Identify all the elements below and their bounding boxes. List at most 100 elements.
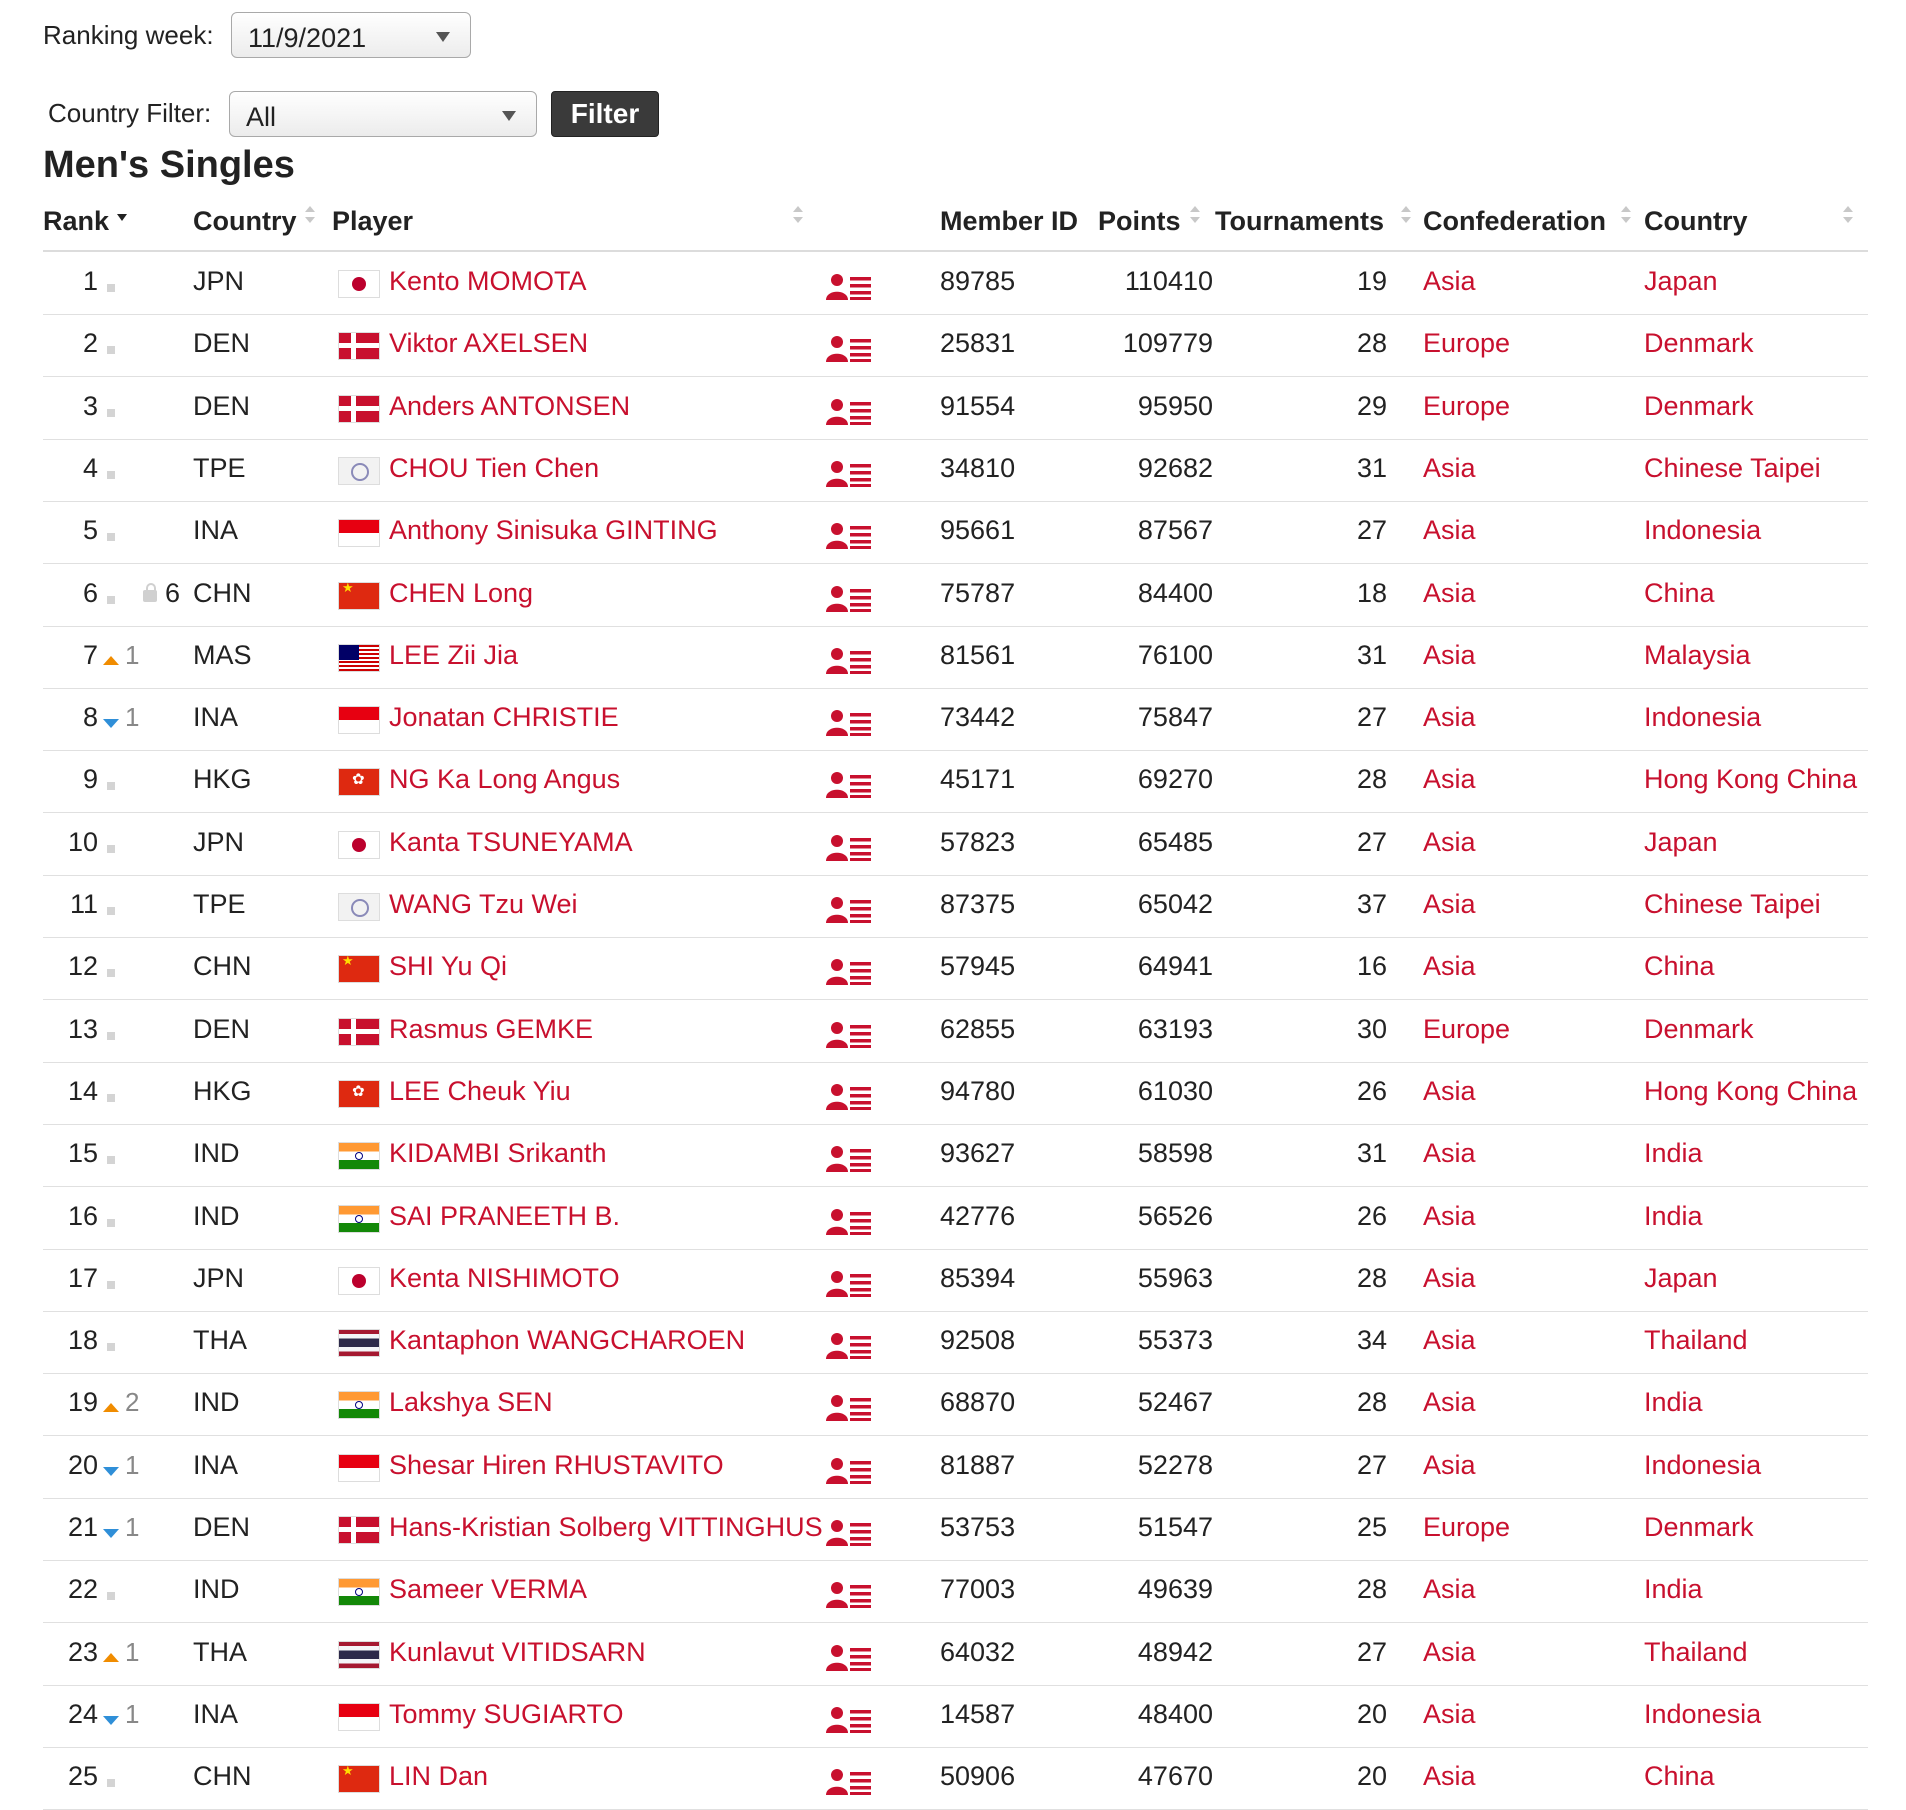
player-profile-icon[interactable] xyxy=(826,521,872,550)
country-name-link[interactable]: Indonesia xyxy=(1644,1450,1761,1481)
confederation-link[interactable]: Asia xyxy=(1423,1574,1476,1605)
ranking-week-select[interactable]: 11/9/2021 xyxy=(231,12,471,58)
confederation-link[interactable]: Asia xyxy=(1423,1637,1476,1668)
country-name-link[interactable]: Denmark xyxy=(1644,328,1754,359)
confederation-link[interactable]: Asia xyxy=(1423,889,1476,920)
player-name-link[interactable]: Sameer VERMA xyxy=(389,1574,587,1605)
confederation-link[interactable]: Asia xyxy=(1423,578,1476,609)
country-name-link[interactable]: Chinese Taipei xyxy=(1644,453,1821,484)
confederation-link[interactable]: Asia xyxy=(1423,1076,1476,1107)
player-name-link[interactable]: Rasmus GEMKE xyxy=(389,1014,593,1045)
column-header-points[interactable]: Points xyxy=(1098,206,1181,237)
player-name-link[interactable]: Shesar Hiren RHUSTAVITO xyxy=(389,1450,724,1481)
player-profile-icon[interactable] xyxy=(826,459,872,487)
confederation-link[interactable]: Asia xyxy=(1423,266,1476,297)
confederation-link[interactable]: Asia xyxy=(1423,1201,1476,1232)
column-header-country-code[interactable]: Country xyxy=(193,206,297,237)
player-name-link[interactable]: LEE Zii Jia xyxy=(389,640,518,671)
player-name-link[interactable]: SHI Yu Qi xyxy=(389,951,507,982)
country-name-link[interactable]: India xyxy=(1644,1574,1703,1605)
confederation-link[interactable]: Europe xyxy=(1423,1512,1510,1543)
country-name-link[interactable]: Indonesia xyxy=(1644,515,1761,546)
confederation-link[interactable]: Asia xyxy=(1423,827,1476,858)
player-profile-icon[interactable] xyxy=(826,833,872,861)
player-profile-icon[interactable] xyxy=(826,334,872,363)
filter-button[interactable]: Filter xyxy=(551,91,659,137)
confederation-link[interactable]: Asia xyxy=(1423,453,1476,484)
player-name-link[interactable]: LEE Cheuk Yiu xyxy=(389,1076,571,1107)
confederation-link[interactable]: Europe xyxy=(1423,1014,1510,1045)
country-filter-select[interactable]: All xyxy=(229,91,537,137)
confederation-link[interactable]: Asia xyxy=(1423,1761,1476,1792)
confederation-link[interactable]: Asia xyxy=(1423,951,1476,982)
player-name-link[interactable]: Kunlavut VITIDSARN xyxy=(389,1637,646,1668)
player-profile-icon[interactable] xyxy=(826,1705,872,1733)
country-name-link[interactable]: Indonesia xyxy=(1644,1699,1761,1730)
confederation-link[interactable]: Asia xyxy=(1423,1138,1476,1169)
country-name-link[interactable]: China xyxy=(1644,578,1715,609)
player-name-link[interactable]: KIDAMBI Srikanth xyxy=(389,1138,607,1169)
country-name-link[interactable]: Malaysia xyxy=(1644,640,1751,671)
player-name-link[interactable]: Tommy SUGIARTO xyxy=(389,1699,624,1730)
player-profile-icon[interactable] xyxy=(826,1393,872,1422)
confederation-link[interactable]: Asia xyxy=(1423,640,1476,671)
confederation-link[interactable]: Asia xyxy=(1423,702,1476,733)
country-name-link[interactable]: Indonesia xyxy=(1644,702,1761,733)
country-name-link[interactable]: Denmark xyxy=(1644,1014,1754,1045)
column-header-confederation[interactable]: Confederation xyxy=(1423,206,1606,237)
player-profile-icon[interactable] xyxy=(826,646,872,674)
player-name-link[interactable]: Jonatan CHRISTIE xyxy=(389,702,619,733)
player-profile-icon[interactable] xyxy=(826,1082,872,1110)
column-header-country-name[interactable]: Country xyxy=(1644,206,1748,237)
player-name-link[interactable]: CHEN Long xyxy=(389,578,533,609)
sort-icon[interactable] xyxy=(305,206,315,226)
player-name-link[interactable]: Kenta NISHIMOTO xyxy=(389,1263,620,1294)
confederation-link[interactable]: Asia xyxy=(1423,515,1476,546)
player-name-link[interactable]: NG Ka Long Angus xyxy=(389,764,620,795)
player-profile-icon[interactable] xyxy=(826,1020,872,1048)
confederation-link[interactable]: Asia xyxy=(1423,1263,1476,1294)
player-profile-icon[interactable] xyxy=(826,584,872,612)
player-name-link[interactable]: Anders ANTONSEN xyxy=(389,391,630,422)
sort-icon[interactable] xyxy=(793,206,803,226)
country-name-link[interactable]: Chinese Taipei xyxy=(1644,889,1821,920)
country-name-link[interactable]: Thailand xyxy=(1644,1325,1748,1356)
country-name-link[interactable]: Japan xyxy=(1644,827,1718,858)
confederation-link[interactable]: Asia xyxy=(1423,1699,1476,1730)
player-name-link[interactable]: Kento MOMOTA xyxy=(389,266,587,297)
player-profile-icon[interactable] xyxy=(826,1331,872,1360)
country-name-link[interactable]: Thailand xyxy=(1644,1637,1748,1668)
column-header-player[interactable]: Player xyxy=(332,206,413,237)
confederation-link[interactable]: Europe xyxy=(1423,328,1510,359)
country-name-link[interactable]: Japan xyxy=(1644,1263,1718,1294)
player-name-link[interactable]: LIN Dan xyxy=(389,1761,488,1792)
sort-icon[interactable] xyxy=(1190,206,1200,226)
country-name-link[interactable]: Japan xyxy=(1644,266,1718,297)
confederation-link[interactable]: Asia xyxy=(1423,764,1476,795)
column-header-tournaments[interactable]: Tournaments xyxy=(1215,206,1384,237)
player-name-link[interactable]: Anthony Sinisuka GINTING xyxy=(389,515,718,546)
player-profile-icon[interactable] xyxy=(826,957,872,986)
player-profile-icon[interactable] xyxy=(826,1207,872,1235)
country-name-link[interactable]: Hong Kong China xyxy=(1644,764,1857,795)
confederation-link[interactable]: Asia xyxy=(1423,1325,1476,1356)
player-name-link[interactable]: Lakshya SEN xyxy=(389,1387,553,1418)
player-name-link[interactable]: Viktor AXELSEN xyxy=(389,328,588,359)
player-name-link[interactable]: Kanta TSUNEYAMA xyxy=(389,827,633,858)
country-name-link[interactable]: Denmark xyxy=(1644,1512,1754,1543)
player-profile-icon[interactable] xyxy=(826,708,872,737)
player-profile-icon[interactable] xyxy=(826,1456,872,1484)
country-name-link[interactable]: India xyxy=(1644,1387,1703,1418)
country-name-link[interactable]: China xyxy=(1644,1761,1715,1792)
player-name-link[interactable]: Hans-Kristian Solberg VITTINGHUS xyxy=(389,1512,823,1543)
player-name-link[interactable]: SAI PRANEETH B. xyxy=(389,1201,620,1232)
country-name-link[interactable]: Denmark xyxy=(1644,391,1754,422)
sort-icon[interactable] xyxy=(1401,206,1411,226)
player-profile-icon[interactable] xyxy=(826,1580,872,1609)
player-name-link[interactable]: Kantaphon WANGCHAROEN xyxy=(389,1325,745,1356)
player-profile-icon[interactable] xyxy=(826,1144,872,1173)
player-profile-icon[interactable] xyxy=(826,1518,872,1546)
sort-desc-icon[interactable] xyxy=(117,206,127,226)
player-profile-icon[interactable] xyxy=(826,895,872,923)
sort-icon[interactable] xyxy=(1843,206,1853,226)
